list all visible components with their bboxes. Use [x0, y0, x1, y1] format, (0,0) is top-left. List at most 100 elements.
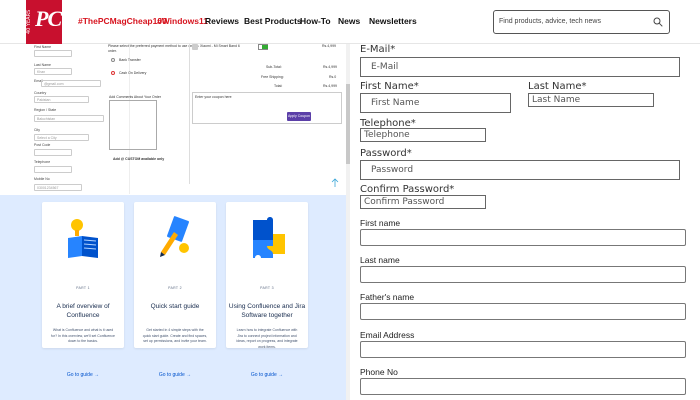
confirm-password-placeholder: Confirm Password [364, 197, 445, 207]
telephone-label: Telephone [34, 160, 51, 164]
password-placeholder: Password [371, 165, 414, 175]
guide-title: A brief overview of Confluence [56, 303, 110, 319]
product-thumbnail [192, 44, 198, 50]
update-button[interactable] [262, 45, 268, 49]
first-name-label: First Name* [360, 81, 419, 92]
confirm-password-label: Confirm Password* [360, 184, 455, 195]
warning-text: Add @ CUSTOM available only [113, 157, 165, 161]
simple-first-name-label: First name [360, 218, 401, 228]
last-name-field[interactable]: Khan [34, 68, 72, 75]
payment-option-bank: Bank Transfer [119, 58, 141, 62]
email-address-label: Email Address [360, 330, 415, 340]
region-select[interactable]: Baluchistan [34, 115, 104, 122]
mobile-label: Mobile No [34, 177, 50, 181]
total-value: Rs.4,999 [323, 84, 338, 88]
coupon-label: Enter your coupon here [195, 95, 232, 99]
simple-last-name-label: Last name [360, 255, 400, 265]
search-box[interactable]: Find products, advice, tech news [493, 10, 670, 34]
scroll-to-top-icon[interactable] [331, 178, 339, 188]
nav-item-how-to[interactable]: How-To [300, 16, 331, 26]
logo-pc-text: PC [35, 6, 62, 31]
simple-last-name-input[interactable] [360, 266, 686, 283]
city-select[interactable]: Select a City [34, 134, 89, 141]
guide-part: PART 1 [76, 286, 90, 290]
guide-part: PART 2 [168, 286, 182, 290]
guide-title: Quick start guide [150, 303, 200, 310]
apply-coupon-button[interactable]: Apply Coupon [287, 112, 311, 121]
mobile-field[interactable]: 03001234567 [34, 184, 82, 191]
first-name-input[interactable]: First Name [360, 93, 511, 113]
first-name-field[interactable] [34, 50, 72, 57]
simple-first-name-input[interactable] [360, 229, 686, 246]
email-address-input[interactable] [360, 341, 686, 358]
country-value: Pakistan [37, 98, 51, 102]
payment-radio-cod[interactable] [111, 71, 115, 75]
site-header: 40 YEARS PC #ThePCMagCheap100 #Windows11… [0, 0, 700, 44]
last-name-label: Last Name* [528, 81, 587, 92]
coupon-box: Enter your coupon here Apply Coupon [192, 92, 342, 124]
guide-card-2[interactable]: PART 2 Quick start guide Get started in … [134, 202, 216, 348]
fathers-name-input[interactable] [360, 303, 686, 320]
guide-part: PART 3 [260, 286, 274, 290]
go-to-guide-link-1[interactable]: Go to guide → [42, 372, 124, 378]
post-code-field[interactable] [34, 149, 72, 156]
telephone-field[interactable] [34, 166, 72, 173]
telephone-input[interactable]: Telephone [360, 128, 486, 142]
sub-total-value: Rs.4,999 [323, 65, 338, 69]
product-price: Rs.4,999 [322, 44, 337, 48]
nav-item-windows11[interactable]: #Windows11 [157, 16, 208, 26]
payment-radio-bank[interactable] [111, 58, 115, 62]
last-name-placeholder: Last Name [532, 95, 581, 105]
last-name-input[interactable]: Last Name [528, 93, 654, 107]
go-to-guide-link-3[interactable]: Go to guide → [226, 372, 308, 378]
post-code-label: Post Code [34, 143, 51, 147]
guide-description: Learn how to integrate Confluence with J… [236, 328, 298, 349]
last-name-label: Last Name [34, 63, 51, 67]
fathers-name-label: Father's name [360, 292, 415, 302]
lightbulb-book-icon [68, 219, 98, 258]
telephone-placeholder: Telephone [364, 130, 410, 140]
payment-option-cod: Cash On Delivery [119, 71, 147, 75]
total-label: Total: [274, 84, 283, 88]
shipping-value: Rs.0 [329, 75, 337, 79]
comments-textarea[interactable] [109, 100, 157, 150]
guide-card-3[interactable]: PART 3 Using Confluence and Jira Softwar… [226, 202, 308, 349]
guide-description: What is Confluence and what is it used f… [51, 328, 115, 343]
nav-item-newsletters[interactable]: Newsletters [369, 16, 417, 26]
email-value: @gmail.com [44, 82, 64, 86]
guide-title: Using Confluence and Jira Software toget… [228, 303, 306, 319]
nav-item-cheap100[interactable]: #ThePCMagCheap100 [78, 16, 167, 26]
search-placeholder: Find products, advice, tech news [499, 18, 601, 25]
nav-item-reviews[interactable]: Reviews [205, 16, 239, 26]
first-name-placeholder: First Name [371, 98, 420, 108]
phone-no-input[interactable] [360, 378, 686, 395]
product-line: Xiaomi - Mi Smart Band 6 [200, 44, 240, 48]
email-placeholder: E-Mail [371, 62, 399, 72]
password-input[interactable]: Password [360, 160, 680, 180]
nav-item-best-products[interactable]: Best Products [244, 16, 302, 26]
confirm-password-input[interactable]: Confirm Password [360, 195, 486, 209]
pencil-paper-icon [160, 216, 189, 257]
summary-divider [189, 44, 190, 184]
registration-form: E-Mail* E-Mail First Name* First Name La… [350, 44, 700, 400]
nav-item-news[interactable]: News [338, 16, 360, 26]
password-label: Password* [360, 148, 412, 159]
country-select[interactable]: Pakistan [34, 96, 89, 103]
city-label: City [34, 128, 41, 132]
guide-description: Get started in 4 simple steps with the q… [142, 328, 208, 343]
last-name-value: Khan [37, 70, 46, 74]
mobile-value: 03001234567 [37, 186, 59, 190]
search-icon[interactable] [653, 17, 663, 27]
pcmag-logo[interactable]: 40 YEARS PC [26, 0, 62, 44]
shipping-label: Free Shipping: [261, 75, 284, 79]
email-label: E-Mail* [360, 44, 396, 55]
phone-no-label: Phone No [360, 367, 398, 377]
first-name-label: First Name [34, 45, 52, 49]
email-field[interactable]: @gmail.com [41, 80, 101, 87]
go-to-guide-link-2[interactable]: Go to guide → [134, 372, 216, 378]
confluence-guides: PART 1 A brief overview of Confluence Wh… [0, 195, 346, 400]
guide-card-1[interactable]: PART 1 A brief overview of Confluence Wh… [42, 202, 124, 348]
region-label: Region / State [34, 108, 57, 112]
checkout-panel: First Name Last Name Khan Email @gmail.c… [26, 44, 346, 194]
email-input[interactable]: E-Mail [360, 57, 680, 77]
